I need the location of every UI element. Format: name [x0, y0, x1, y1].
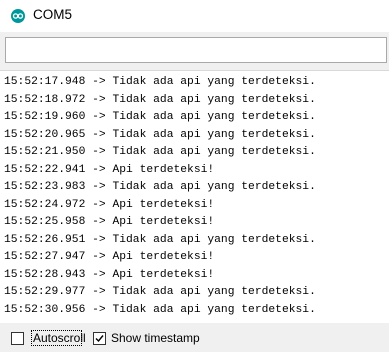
log-line: 15:52:17.948 -> Tidak ada api yang terde… — [4, 76, 316, 88]
autoscroll-checkbox[interactable] — [11, 332, 24, 345]
log-line: 15:52:26.951 -> Tidak ada api yang terde… — [4, 233, 316, 246]
autoscroll-label[interactable]: Autoscroll — [33, 331, 86, 345]
log-line: 15:52:27.947 -> Api terdeteksi! — [4, 251, 215, 263]
footer-bar: Autoscroll Show timestamp — [0, 323, 389, 352]
log-line: 15:52:18.972 -> Tidak ada api yang terde… — [4, 93, 316, 106]
log-line: 15:52:19.960 -> Tidak ada api yang terde… — [4, 111, 316, 123]
log-line: 15:52:28.943 -> Api terdeteksi! — [4, 268, 215, 281]
window-title: COM5 — [33, 7, 73, 22]
log-line: 15:52:20.965 -> Tidak ada api yang terde… — [4, 128, 316, 141]
log-line: 15:52:30.956 -> Tidak ada api yang terde… — [4, 303, 316, 316]
title-bar: COM5 — [0, 0, 389, 32]
send-bar — [0, 32, 389, 70]
log-line: 15:52:22.941 -> Api terdeteksi! — [4, 163, 215, 176]
send-input[interactable] — [5, 37, 387, 63]
log-line: 15:52:23.983 -> Tidak ada api yang terde… — [4, 181, 316, 193]
log-line: 15:52:29.977 -> Tidak ada api yang terde… — [4, 286, 316, 298]
show-timestamp-label[interactable]: Show timestamp — [111, 331, 200, 345]
arduino-icon — [11, 9, 25, 23]
serial-output[interactable]: 15:52:17.948 -> Tidak ada api yang terde… — [0, 70, 389, 324]
checkmark-icon — [95, 335, 104, 343]
show-timestamp-checkbox[interactable] — [93, 332, 106, 345]
log-line: 15:52:25.958 -> Api terdeteksi! — [4, 216, 215, 228]
log-line: 15:52:21.950 -> Tidak ada api yang terde… — [4, 146, 316, 158]
log-line: 15:52:24.972 -> Api terdeteksi! — [4, 198, 215, 211]
